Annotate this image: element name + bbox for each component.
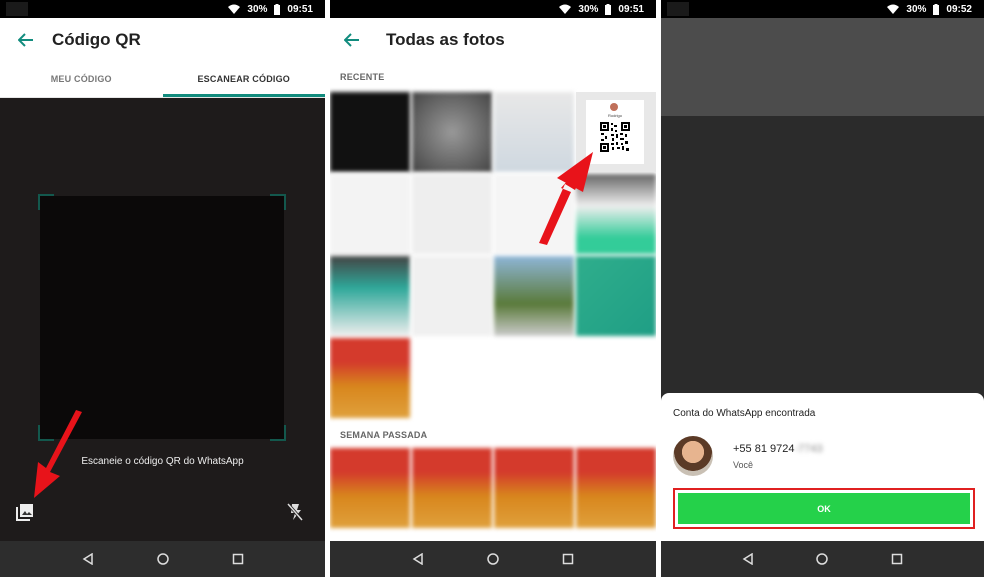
battery-icon (274, 3, 281, 15)
status-bar: 30% 09:51 (330, 0, 656, 18)
photo-thumb[interactable] (576, 256, 656, 336)
nav-home-icon[interactable] (816, 553, 829, 565)
status-bar: 30% 09:52 (661, 0, 984, 18)
nav-home-icon[interactable] (487, 553, 499, 565)
photo-thumb[interactable] (330, 448, 410, 528)
tab-my-code[interactable]: MEU CÓDIGO (0, 62, 163, 97)
arrow-back-icon (344, 33, 359, 47)
nav-back-icon[interactable] (82, 553, 94, 565)
page-title: Todas as fotos (386, 30, 505, 49)
sheet-title: Conta do WhatsApp encontrada (673, 408, 816, 419)
section-last-week: SEMANA PASSADA (340, 430, 428, 440)
app-bar: Todas as fotos (330, 18, 656, 62)
flash-toggle[interactable] (286, 503, 304, 526)
clock: 09:52 (946, 3, 972, 15)
gallery-button[interactable] (16, 503, 34, 526)
red-arrow-icon (34, 410, 82, 498)
battery-icon (605, 3, 612, 15)
photo-thumb[interactable] (494, 448, 574, 528)
photo-thumb[interactable] (412, 256, 492, 336)
app-bar: Código QR (0, 18, 325, 62)
qr-code-icon (600, 122, 630, 152)
dimmed-background (661, 18, 984, 116)
nav-back-icon[interactable] (742, 553, 754, 565)
wifi-icon (228, 4, 241, 14)
wifi-icon (887, 4, 900, 14)
ok-button[interactable]: OK (678, 493, 970, 524)
nav-recents-icon[interactable] (562, 553, 574, 565)
photo-grid-last-week (330, 448, 656, 528)
battery-percent: 30% (578, 3, 599, 15)
battery-icon (933, 3, 940, 15)
qr-code-screen: 30% 09:51 Código QR MEU CÓDIGO ESCANEAR … (0, 0, 325, 577)
photo-thumb[interactable] (412, 92, 492, 172)
nav-bar (0, 541, 325, 577)
red-arrow-icon (539, 152, 593, 245)
nav-home-icon[interactable] (156, 553, 169, 565)
photo-picker-screen: 30% 09:51 Todas as fotos RECENTE Rodrigo (330, 0, 656, 577)
contact-label: Você (733, 460, 754, 470)
flash-off-icon (286, 503, 304, 521)
battery-percent: 30% (247, 3, 268, 15)
back-button[interactable] (0, 33, 52, 47)
status-bar: 30% 09:51 (0, 0, 325, 18)
photo-thumb[interactable] (330, 256, 410, 336)
section-recent: RECENTE (340, 72, 385, 82)
nav-bar (330, 541, 656, 577)
contact-phone: +55 81 9724-7743 (733, 443, 823, 455)
tab-scan-code[interactable]: ESCANEAR CÓDIGO (162, 62, 325, 97)
account-found-screen: 30% 09:52 Conta do WhatsApp encontrada +… (661, 0, 984, 577)
blurred-digits: -7743 (794, 443, 823, 455)
nav-recents-icon[interactable] (891, 553, 903, 565)
wifi-icon (559, 4, 572, 14)
tab-bar: MEU CÓDIGO ESCANEAR CÓDIGO (0, 62, 325, 98)
nav-bar (661, 541, 984, 577)
nav-recents-icon[interactable] (232, 553, 244, 565)
notification-icon (667, 2, 689, 16)
gallery-icon (16, 504, 33, 521)
clock: 09:51 (287, 3, 313, 15)
photo-thumb[interactable] (330, 92, 410, 172)
photo-thumb[interactable] (330, 174, 410, 254)
battery-percent: 30% (906, 3, 927, 15)
photo-thumb[interactable] (412, 174, 492, 254)
photo-thumb[interactable] (576, 448, 656, 528)
photo-thumb[interactable] (330, 338, 410, 418)
back-button[interactable] (330, 33, 374, 47)
clock: 09:51 (618, 3, 644, 15)
avatar (673, 436, 713, 476)
highlight-frame: OK (673, 488, 975, 529)
photo-thumb[interactable] (412, 448, 492, 528)
notification-icon (6, 2, 28, 16)
scan-frame (38, 194, 286, 441)
nav-back-icon[interactable] (412, 553, 424, 565)
photo-thumb[interactable] (494, 256, 574, 336)
bottom-sheet: Conta do WhatsApp encontrada +55 81 9724… (661, 393, 984, 541)
page-title: Código QR (52, 30, 141, 49)
arrow-back-icon (18, 33, 33, 47)
